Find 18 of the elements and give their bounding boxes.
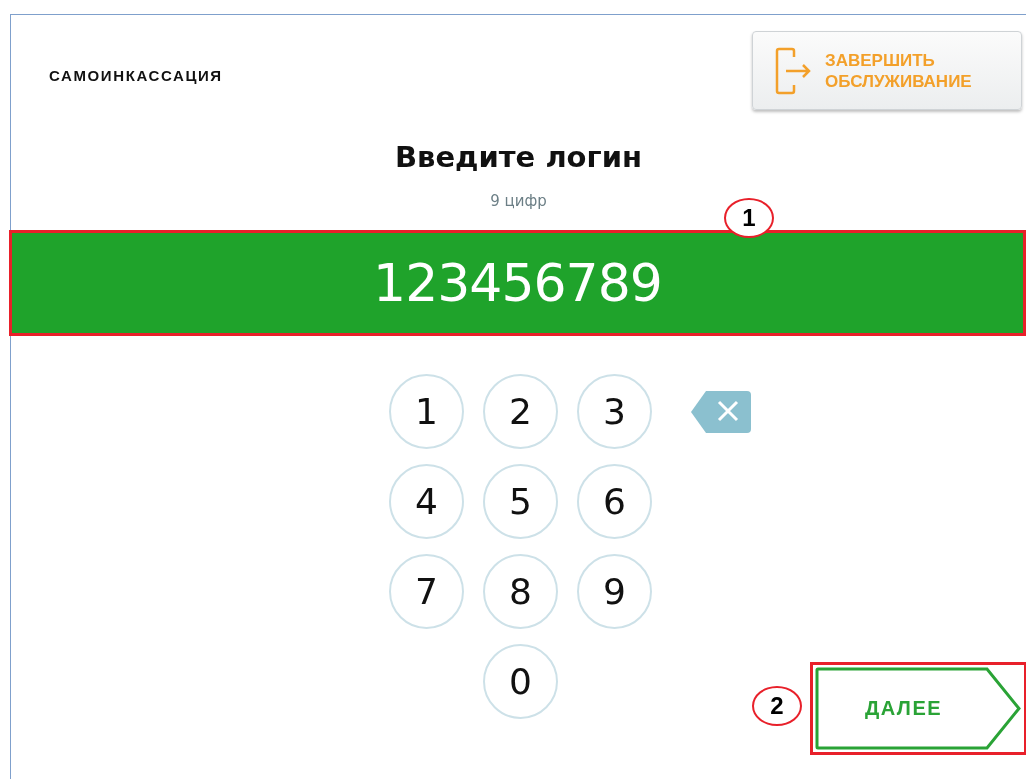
key-button[interactable]: 5 — [483, 464, 558, 539]
exit-icon — [775, 46, 811, 95]
key-button[interactable]: 4 — [389, 464, 464, 539]
key-button[interactable]: 3 — [577, 374, 652, 449]
key-button[interactable]: 1 — [389, 374, 464, 449]
key-button[interactable]: 9 — [577, 554, 652, 629]
key-button[interactable]: 2 — [483, 374, 558, 449]
hint-text: 9 цифр — [490, 192, 547, 210]
backspace-button[interactable] — [690, 390, 752, 434]
key-button[interactable]: 6 — [577, 464, 652, 539]
key-button[interactable]: 0 — [483, 644, 558, 719]
backspace-icon — [690, 390, 752, 434]
callout-marker: 2 — [752, 686, 802, 726]
key-button[interactable]: 7 — [389, 554, 464, 629]
prompt-heading: Введите логин — [394, 140, 643, 174]
screen-title: САМОИНКАССАЦИЯ — [49, 67, 223, 84]
key-button[interactable]: 8 — [483, 554, 558, 629]
callout-marker: 1 — [724, 198, 774, 238]
